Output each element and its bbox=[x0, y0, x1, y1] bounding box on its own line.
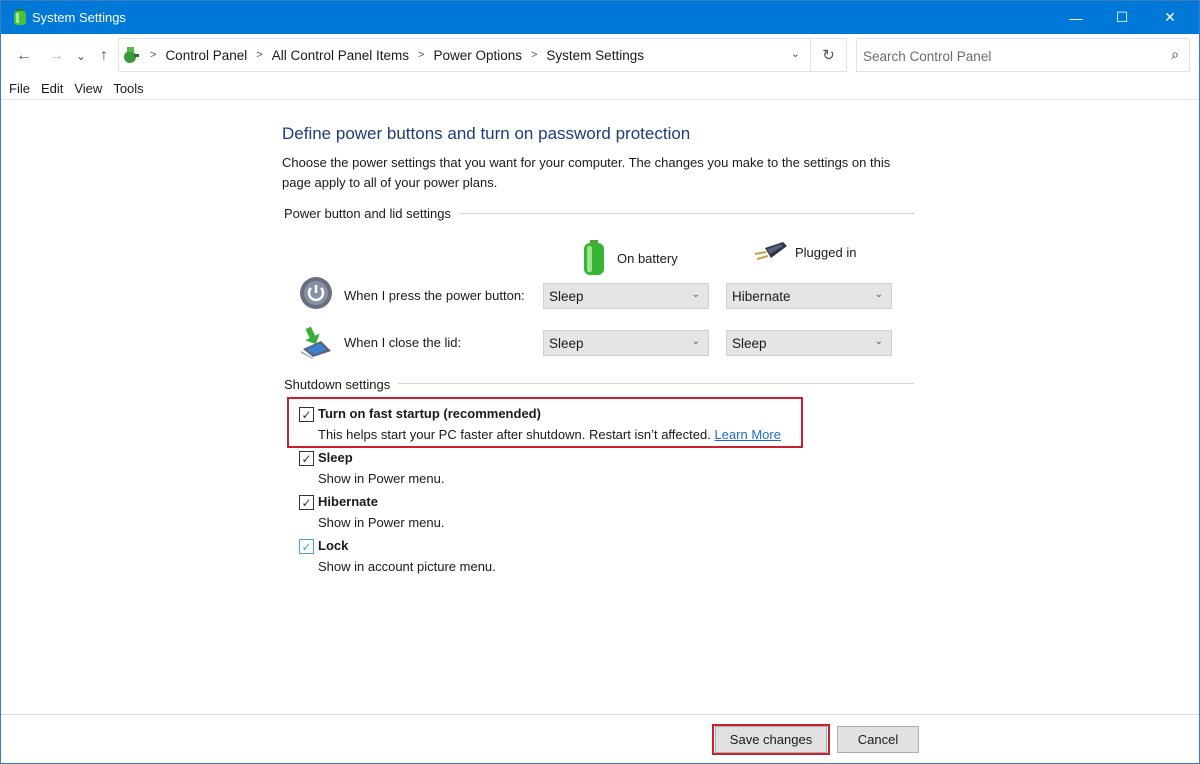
recent-locations-button[interactable]: ⌄ bbox=[73, 44, 89, 68]
column-on-battery: On battery bbox=[581, 240, 678, 276]
lid-close-label: When I close the lid: bbox=[344, 335, 462, 350]
title-bar: System Settings — ☐ ✕ bbox=[1, 1, 1199, 34]
up-arrow-icon: ↑ bbox=[100, 47, 108, 64]
chevron-down-icon: ⌄ bbox=[691, 289, 700, 300]
minimize-button[interactable]: — bbox=[1053, 1, 1099, 34]
selected-value: Sleep bbox=[549, 288, 584, 304]
refresh-button[interactable]: ↻ bbox=[811, 38, 847, 72]
menu-view[interactable]: View bbox=[74, 81, 102, 96]
chevron-down-icon: ⌄ bbox=[75, 49, 87, 63]
cancel-button[interactable]: Cancel bbox=[837, 726, 919, 753]
breadcrumb-system-settings[interactable]: System Settings bbox=[546, 48, 644, 63]
up-button[interactable]: ↑ bbox=[93, 44, 115, 68]
chevron-down-icon: ⌄ bbox=[874, 336, 883, 347]
power-button-icon bbox=[300, 277, 332, 309]
power-section-label: Power button and lid settings bbox=[284, 206, 459, 221]
breadcrumb-separator: > bbox=[530, 49, 538, 61]
back-arrow-icon: ← bbox=[16, 47, 32, 64]
power-options-app-icon bbox=[14, 9, 26, 25]
save-changes-button[interactable]: Save changes bbox=[715, 726, 827, 753]
breadcrumb-all-items[interactable]: All Control Panel Items bbox=[272, 48, 409, 63]
fast-startup-checkbox[interactable]: ✓ bbox=[299, 407, 314, 422]
back-button[interactable]: ← bbox=[13, 44, 35, 68]
search-box: ⌕ bbox=[856, 38, 1190, 72]
power-button-on-battery-select[interactable]: Sleep ⌄ bbox=[543, 283, 709, 309]
maximize-button[interactable]: ☐ bbox=[1099, 1, 1145, 34]
search-input[interactable] bbox=[863, 46, 1153, 66]
lock-title: Lock bbox=[318, 538, 349, 553]
hibernate-title: Hibernate bbox=[318, 494, 378, 509]
breadcrumb-control-panel[interactable]: Control Panel bbox=[165, 48, 247, 63]
sleep-description: Show in Power menu. bbox=[318, 471, 445, 486]
plugged-in-label: Plugged in bbox=[795, 244, 857, 260]
shutdown-section-label: Shutdown settings bbox=[284, 377, 399, 392]
forward-arrow-icon: → bbox=[48, 47, 64, 64]
system-settings-window: System Settings — ☐ ✕ ← → ⌄ ↑ > Control … bbox=[0, 0, 1200, 764]
control-panel-icon bbox=[124, 47, 139, 63]
menu-tools[interactable]: Tools bbox=[113, 81, 143, 96]
power-plug-icon bbox=[754, 242, 787, 260]
lid-close-on-battery-select[interactable]: Sleep ⌄ bbox=[543, 330, 709, 356]
breadcrumb-power-options[interactable]: Power Options bbox=[433, 48, 522, 63]
close-button[interactable]: ✕ bbox=[1147, 1, 1193, 34]
address-bar[interactable]: > Control Panel > All Control Panel Item… bbox=[118, 38, 811, 72]
page-heading: Define power buttons and turn on passwor… bbox=[282, 124, 691, 143]
breadcrumb-separator: > bbox=[418, 49, 425, 61]
battery-icon bbox=[584, 240, 604, 275]
breadcrumb-separator: > bbox=[256, 49, 263, 61]
refresh-icon: ↻ bbox=[822, 47, 835, 64]
sleep-checkbox[interactable]: ✓ bbox=[299, 451, 314, 466]
selected-value: Sleep bbox=[732, 335, 767, 351]
menu-edit[interactable]: Edit bbox=[41, 81, 63, 96]
learn-more-link[interactable]: Learn More bbox=[714, 427, 780, 442]
breadcrumb-separator: > bbox=[150, 49, 157, 61]
sleep-title: Sleep bbox=[318, 450, 353, 465]
on-battery-label: On battery bbox=[617, 250, 678, 266]
window-title: System Settings bbox=[32, 10, 126, 25]
chevron-down-icon: ⌄ bbox=[874, 289, 883, 300]
power-button-plugged-in-select[interactable]: Hibernate ⌄ bbox=[726, 283, 892, 309]
chevron-down-icon: ⌄ bbox=[691, 336, 700, 347]
footer-divider bbox=[1, 714, 1199, 715]
hibernate-description: Show in Power menu. bbox=[318, 515, 445, 530]
hibernate-checkbox[interactable]: ✓ bbox=[299, 495, 314, 510]
selected-value: Sleep bbox=[549, 335, 584, 351]
power-button-label: When I press the power button: bbox=[344, 288, 525, 303]
lid-close-plugged-in-select[interactable]: Sleep ⌄ bbox=[726, 330, 892, 356]
fast-startup-title: Turn on fast startup (recommended) bbox=[318, 406, 541, 421]
menu-file[interactable]: File bbox=[9, 81, 30, 96]
menu-bar: File Edit View Tools bbox=[1, 78, 1199, 100]
fast-startup-description: This helps start your PC faster after sh… bbox=[318, 427, 781, 442]
fast-startup-description-text: This helps start your PC faster after sh… bbox=[318, 427, 711, 442]
page-description: Choose the power settings that you want … bbox=[282, 155, 891, 190]
laptop-lid-icon bbox=[301, 326, 331, 359]
lock-checkbox[interactable]: ✓ bbox=[299, 539, 314, 554]
search-icon[interactable]: ⌕ bbox=[1171, 46, 1179, 63]
column-plugged-in: Plugged in bbox=[753, 240, 856, 264]
lock-description: Show in account picture menu. bbox=[318, 559, 496, 574]
selected-value: Hibernate bbox=[732, 288, 791, 304]
forward-button[interactable]: → bbox=[45, 44, 67, 68]
main-content: Define power buttons and turn on passwor… bbox=[1, 100, 1199, 714]
address-dropdown-icon[interactable]: ⌄ bbox=[791, 47, 800, 60]
breadcrumb: > Control Panel > All Control Panel Item… bbox=[119, 39, 644, 71]
